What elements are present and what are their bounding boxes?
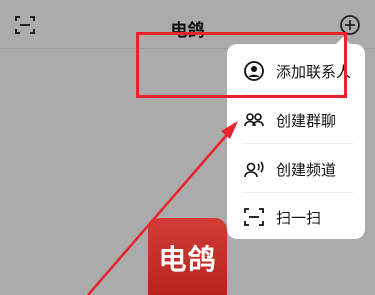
menu-item-label: 创建频道 [276,161,337,179]
menu-item-scan[interactable]: 扫一扫 [227,192,365,240]
broadcast-person-icon [243,158,265,180]
menu-item-label: 创建群聊 [276,112,337,130]
menu-item-label: 扫一扫 [276,209,322,227]
menu-item-create-group[interactable]: 创建群聊 [227,95,365,143]
group-icon [243,109,265,131]
app-logo: 电鸽 [148,218,227,295]
menu-item-create-channel[interactable]: 创建频道 [227,144,365,192]
annotation-highlight-box [136,32,347,98]
logo-text: 电鸽 [158,243,217,276]
scan-icon [243,206,265,228]
